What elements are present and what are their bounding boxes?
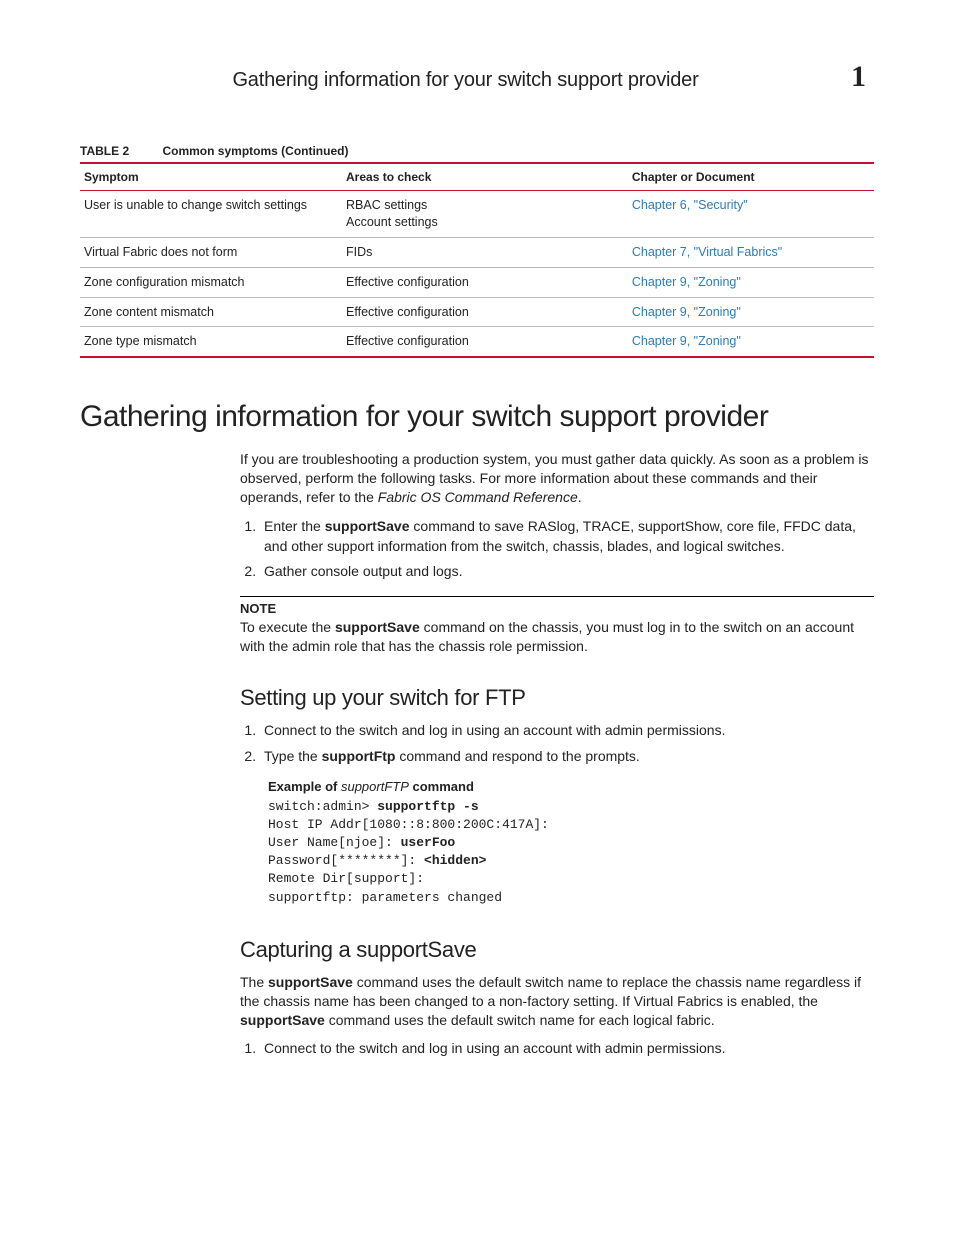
code-line: Host IP Addr[1080::8:800:200C:417A]: [268,817,549,832]
step-text: Type the [264,748,322,764]
cell-symptom: Zone type mismatch [80,327,342,357]
command-name: supportSave [240,1012,325,1028]
chapter-link[interactable]: Chapter 7, "Virtual Fabrics" [632,245,782,259]
list-item: Type the supportFtp command and respond … [260,747,874,767]
note-label: NOTE [240,601,874,616]
command-name: supportSave [335,619,420,635]
list-item: Connect to the switch and log in using a… [260,1039,874,1059]
code-bold: supportftp -s [377,799,478,814]
symptoms-table: Symptom Areas to check Chapter or Docume… [80,162,874,358]
cell-chapter: Chapter 7, "Virtual Fabrics" [628,237,874,267]
intro-paragraph: If you are troubleshooting a production … [240,450,874,507]
chapter-link[interactable]: Chapter 9, "Zoning" [632,275,741,289]
chapter-link[interactable]: Chapter 9, "Zoning" [632,305,741,319]
capture-text: The [240,974,268,990]
col-symptom: Symptom [80,163,342,191]
command-name: supportFtp [322,748,396,764]
example-label-italic: supportFTP [341,779,409,794]
intro-text-end: . [578,489,582,505]
table-row: Zone content mismatch Effective configur… [80,297,874,327]
table-row: Virtual Fabric does not form FIDs Chapte… [80,237,874,267]
table-row: Zone type mismatch Effective configurati… [80,327,874,357]
section-body: If you are troubleshooting a production … [240,450,874,1059]
steps-list: Connect to the switch and log in using a… [240,721,874,766]
table-row: User is unable to change switch settings… [80,191,874,238]
col-areas: Areas to check [342,163,628,191]
cell-symptom: Zone content mismatch [80,297,342,327]
cell-areas: FIDs [342,237,628,267]
note-text: To execute the supportSave command on th… [240,618,874,656]
steps-list: Enter the supportSave command to save RA… [240,517,874,582]
steps-list: Connect to the switch and log in using a… [240,1039,874,1059]
example-label: Example of supportFTP command [268,779,874,794]
chapter-link[interactable]: Chapter 9, "Zoning" [632,334,741,348]
section-heading: Gathering information for your switch su… [80,400,874,434]
cell-chapter: Chapter 9, "Zoning" [628,327,874,357]
cell-chapter: Chapter 6, "Security" [628,191,874,238]
subsection-heading-capture: Capturing a supportSave [240,937,874,963]
step-text-end: command and respond to the prompts. [395,748,639,764]
code-bold: userFoo [401,835,456,850]
cell-chapter: Chapter 9, "Zoning" [628,267,874,297]
table-row: Zone configuration mismatch Effective co… [80,267,874,297]
table-label: TABLE 2 [80,144,129,158]
step-text: Enter the [264,518,325,534]
chapter-number: 1 [851,60,866,94]
list-item: Enter the supportSave command to save RA… [260,517,874,556]
note-text-pre: To execute the [240,619,335,635]
cell-chapter: Chapter 9, "Zoning" [628,297,874,327]
running-header: Gathering information for your switch su… [80,60,874,94]
code-line: User Name[njoe]: [268,835,401,850]
code-line: supportftp: parameters changed [268,890,502,905]
col-chapter: Chapter or Document [628,163,874,191]
table-caption: TABLE 2 Common symptoms (Continued) [80,144,874,158]
example-label-post: command [409,779,474,794]
cell-symptom: Virtual Fabric does not form [80,237,342,267]
code-bold: <hidden> [424,853,486,868]
note-rule [240,596,874,597]
code-line: Remote Dir[support]: [268,871,424,886]
command-name: supportSave [268,974,353,990]
table-header-row: Symptom Areas to check Chapter or Docume… [80,163,874,191]
subsection-heading-ftp: Setting up your switch for FTP [240,685,874,711]
list-item: Gather console output and logs. [260,562,874,582]
reference-title: Fabric OS Command Reference [378,489,578,505]
chapter-link[interactable]: Chapter 6, "Security" [632,198,748,212]
running-title: Gathering information for your switch su… [80,69,851,92]
code-line: switch:admin> [268,799,377,814]
cell-symptom: Zone configuration mismatch [80,267,342,297]
command-name: supportSave [325,518,410,534]
code-example: switch:admin> supportftp -s Host IP Addr… [268,798,874,907]
cell-areas: Effective configuration [342,327,628,357]
capture-text-post: command uses the default switch name for… [325,1012,715,1028]
cell-areas: Effective configuration [342,267,628,297]
list-item: Connect to the switch and log in using a… [260,721,874,741]
code-line: Password[********]: [268,853,424,868]
table-title: Common symptoms (Continued) [162,144,348,158]
cell-areas: RBAC settings Account settings [342,191,628,238]
capture-paragraph: The supportSave command uses the default… [240,973,874,1030]
cell-symptom: User is unable to change switch settings [80,191,342,238]
cell-areas: Effective configuration [342,297,628,327]
example-label-pre: Example of [268,779,341,794]
document-page: Gathering information for your switch su… [0,0,954,1235]
